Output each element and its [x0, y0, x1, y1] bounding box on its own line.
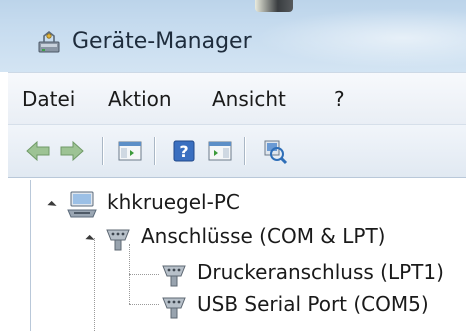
menu-aktion[interactable]: Aktion: [108, 87, 172, 111]
title-bar-glow: [256, 8, 466, 68]
device-manager-window: Geräte-Manager Datei Aktion Ansicht ? ?: [0, 0, 466, 331]
help-icon[interactable]: ?: [170, 137, 198, 165]
menu-bar: Datei Aktion Ansicht ?: [8, 72, 466, 125]
tree-node-computer[interactable]: khkruegel-PC: [31, 190, 331, 218]
toolbar: ?: [8, 124, 466, 178]
tree-node-ports-category[interactable]: Anschlüsse (COM & LPT): [31, 224, 451, 252]
device-manager-icon: [38, 30, 60, 53]
port-connector-icon: [106, 229, 130, 251]
tree-node-label: Anschlüsse (COM & LPT): [141, 224, 386, 248]
toolbar-separator: [154, 137, 156, 165]
properties-pane-icon[interactable]: [206, 137, 234, 165]
tree-node-label: USB Serial Port (COM5): [197, 292, 429, 316]
tree-node-device[interactable]: Druckeranschluss (LPT1): [31, 260, 466, 288]
scan-hardware-changes-icon[interactable]: [260, 137, 288, 165]
toolbar-separator: [244, 137, 246, 165]
menu-help[interactable]: ?: [334, 87, 345, 111]
forward-arrow-icon[interactable]: [58, 137, 86, 165]
svg-text:?: ?: [179, 142, 188, 161]
tree-node-label: Druckeranschluss (LPT1): [197, 260, 444, 284]
device-tree: khkruegel-PC Anschlüsse (COM & LPT) Druc…: [30, 180, 466, 331]
menu-ansicht[interactable]: Ansicht: [212, 87, 286, 111]
port-connector-icon: [162, 265, 186, 287]
menu-datei[interactable]: Datei: [22, 87, 75, 111]
toolbar-separator: [102, 137, 104, 165]
tree-node-device[interactable]: USB Serial Port (COM5): [31, 292, 466, 320]
window-title: Geräte-Manager: [72, 29, 252, 54]
expand-collapse-arrow[interactable]: [85, 234, 95, 245]
expand-collapse-arrow[interactable]: [47, 200, 57, 211]
title-bar[interactable]: Geräte-Manager: [0, 0, 466, 72]
back-arrow-icon[interactable]: [24, 137, 52, 165]
port-connector-icon: [162, 297, 186, 319]
computer-icon: [67, 191, 97, 218]
show-hide-console-tree-icon[interactable]: [116, 137, 144, 165]
title-bar-artifact: [255, 0, 293, 12]
tree-node-label: khkruegel-PC: [107, 190, 240, 214]
